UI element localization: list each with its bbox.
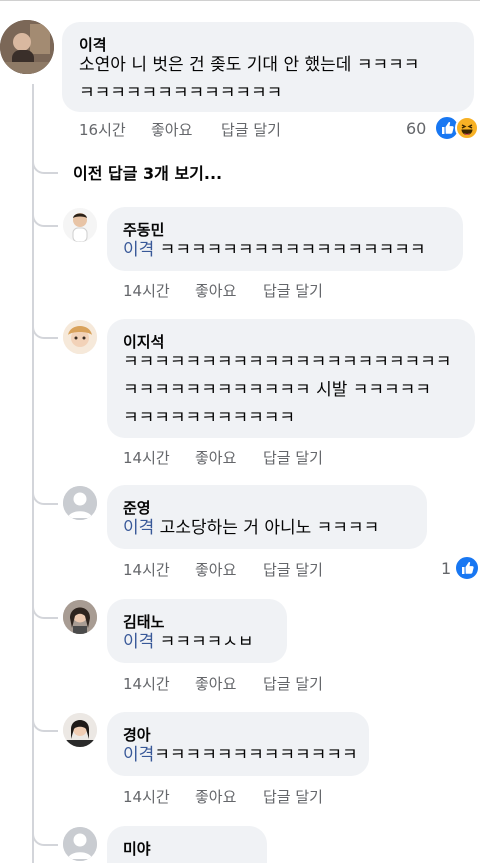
view-previous-replies-link[interactable]: 이전 답글 3개 보기... xyxy=(73,160,222,184)
comment-text-line: 소연아 니 벗은 건 좆도 기대 안 했는데 ㅋㅋㅋㅋ xyxy=(79,55,420,75)
laughing-face-icon[interactable] xyxy=(455,116,479,140)
reply-button[interactable]: 답글 달기 xyxy=(263,280,323,301)
thread-line xyxy=(32,84,34,863)
mention-link[interactable]: 이격 xyxy=(123,632,154,652)
thumbs-up-icon[interactable] xyxy=(454,555,480,581)
top-divider xyxy=(0,0,480,1)
thread-branch xyxy=(32,491,58,505)
reply-button[interactable]: 답글 달기 xyxy=(221,119,281,140)
avatar[interactable] xyxy=(63,713,97,747)
thread-branch xyxy=(32,605,58,619)
comment-text-line: ㅋㅋㅋㅋㅋㅋㅋㅋㅋㅋㅋㅋㅋ xyxy=(79,83,283,103)
thread-branch xyxy=(32,213,58,227)
timestamp[interactable]: 14시간 xyxy=(123,280,170,301)
thread-branch xyxy=(32,160,58,174)
profile-photo-icon xyxy=(63,320,97,354)
reply-text-line: 이격ㅋㅋㅋㅋㅋㅋㅋㅋㅋㅋㅋㅋㅋ xyxy=(123,745,358,765)
like-button[interactable]: 좋아요 xyxy=(195,673,236,694)
profile-photo-icon xyxy=(63,600,97,634)
thread-branch xyxy=(32,325,58,339)
reaction-count[interactable]: 60 xyxy=(406,119,426,138)
mention-link[interactable]: 이격 xyxy=(123,745,154,765)
timestamp[interactable]: 16시간 xyxy=(79,119,126,140)
timestamp[interactable]: 14시간 xyxy=(123,786,170,807)
timestamp[interactable]: 14시간 xyxy=(123,559,170,580)
avatar[interactable] xyxy=(0,20,54,74)
profile-photo-icon xyxy=(63,713,97,747)
reply-text-line: ㅋㅋㅋㅋㅋㅋㅋㅋㅋㅋㅋ xyxy=(123,408,296,428)
avatar[interactable] xyxy=(63,320,97,354)
reaction-count[interactable]: 1 xyxy=(441,559,451,578)
profile-photo-icon xyxy=(63,208,97,242)
thread-branch xyxy=(32,832,58,846)
reply-button[interactable]: 답글 달기 xyxy=(263,786,323,807)
reply-text-line: 이격 ㅋㅋㅋㅋㅋㅋㅋㅋㅋㅋㅋㅋㅋㅋㅋㅋㅋ xyxy=(123,240,426,260)
default-avatar-icon[interactable] xyxy=(63,827,97,861)
like-button[interactable]: 좋아요 xyxy=(195,786,236,807)
reply-button[interactable]: 답글 달기 xyxy=(263,447,323,468)
avatar[interactable] xyxy=(63,208,97,242)
like-button[interactable]: 좋아요 xyxy=(151,119,192,140)
mention-link[interactable]: 이격 xyxy=(123,240,154,260)
timestamp[interactable]: 14시간 xyxy=(123,447,170,468)
reply-text-line: 이격 고소당하는 거 아니노 ㅋㅋㅋㅋ xyxy=(123,518,380,538)
like-button[interactable]: 좋아요 xyxy=(195,447,236,468)
reply-text-line: 이격 ㅋㅋㅋㅋㅅㅂ xyxy=(123,632,254,652)
reply-author[interactable]: 미야 xyxy=(123,838,151,859)
reply-button[interactable]: 답글 달기 xyxy=(263,673,323,694)
thread-branch xyxy=(32,718,58,732)
profile-photo-icon xyxy=(0,20,54,74)
default-avatar-icon[interactable] xyxy=(63,486,97,520)
reply-text-line: ㅋㅋㅋㅋㅋㅋㅋㅋㅋㅋㅋㅋ 시발 ㅋㅋㅋㅋㅋ xyxy=(123,380,431,400)
mention-link[interactable]: 이격 xyxy=(123,518,154,538)
reply-button[interactable]: 답글 달기 xyxy=(263,559,323,580)
timestamp[interactable]: 14시간 xyxy=(123,673,170,694)
like-button[interactable]: 좋아요 xyxy=(195,280,236,301)
avatar[interactable] xyxy=(63,600,97,634)
like-button[interactable]: 좋아요 xyxy=(195,559,236,580)
reply-text-line: ㅋㅋㅋㅋㅋㅋㅋㅋㅋㅋㅋㅋㅋㅋㅋㅋㅋㅋㅋㅋㅋ xyxy=(123,352,452,372)
